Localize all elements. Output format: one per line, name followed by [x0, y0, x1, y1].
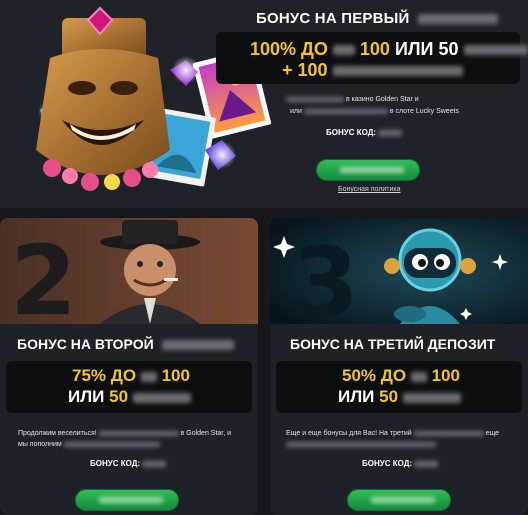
offer-line-2: + 100	[282, 60, 463, 81]
second-deposit-offer-box: 75% ДО 100 ИЛИ 50	[6, 361, 252, 413]
redacted-text	[332, 45, 355, 56]
third-deposit-offer-box: 50% ДО 100 ИЛИ 50	[276, 361, 522, 413]
redacted-text	[286, 96, 344, 102]
offer-line-1: 50% ДО 100	[342, 366, 460, 385]
offer-line-1: 75% ДО 100	[72, 366, 190, 385]
redacted-code	[142, 460, 167, 467]
redacted-button-label	[99, 497, 163, 503]
third-deposit-claim-button[interactable]	[347, 489, 451, 511]
first-deposit-bonus-card: БОНУС НА ПЕРВЫЙ 100% ДО 100 ИЛИ 50 + 100…	[0, 0, 528, 208]
third-desc-line-2	[286, 441, 436, 448]
third-desc-line-1: Еще и еще бонусы для Вас! На третий еще	[286, 430, 500, 437]
redacted-text	[410, 371, 427, 382]
gangster-character-icon: 2	[0, 218, 258, 324]
redacted-text	[98, 430, 179, 436]
offer-line-2: ИЛИ 50	[338, 387, 461, 407]
offer-line-1: 100% ДО 100 ИЛИ 50	[250, 39, 528, 60]
redacted-code	[378, 129, 403, 136]
second-deposit-claim-button[interactable]	[75, 489, 179, 511]
second-deposit-title: БОНУС НА ВТОРОЙ	[17, 336, 234, 352]
first-deposit-offer-box: 100% ДО 100 ИЛИ 50 + 100	[216, 32, 528, 84]
redacted-text	[332, 66, 463, 77]
redacted-text	[402, 392, 461, 403]
robot-character-icon: 3	[270, 218, 528, 324]
number-2-graphic: 2	[10, 225, 77, 324]
redacted-code	[414, 460, 439, 467]
redacted-text	[286, 441, 436, 447]
bonus-page: БОНУС НА ПЕРВЫЙ 100% ДО 100 ИЛИ 50 + 100…	[0, 0, 528, 515]
third-bonus-code: БОНУС КОД:	[362, 459, 439, 468]
first-deposit-title: БОНУС НА ПЕРВЫЙ	[256, 10, 498, 27]
second-bonus-code: БОНУС КОД:	[90, 459, 167, 468]
offer-line-2: ИЛИ 50	[68, 387, 191, 407]
second-deposit-bonus-card: 2 БОНУС НА ВТОРОЙ 75% ДО 100 ИЛИ 50 Прод…	[0, 218, 258, 515]
number-3-graphic: 3	[292, 227, 359, 324]
redacted-text	[63, 441, 160, 447]
redacted-button-label	[371, 497, 435, 503]
second-desc-line-2: мы пополним	[18, 441, 160, 448]
hero-bonus-code: БОНУС КОД:	[326, 128, 403, 137]
bonus-policy-link[interactable]: Бонусная политика	[338, 186, 401, 193]
redacted-text	[413, 430, 484, 436]
redacted-text	[132, 392, 191, 403]
second-desc-line-1: Продолжим веселиться! в Golden Star, и	[18, 430, 232, 437]
hero-desc-line-2: или в слоте Lucky Sweets	[290, 108, 460, 115]
hero-desc-line-1: в казино Golden Star и	[286, 96, 419, 103]
third-deposit-title: БОНУС НА ТРЕТИЙ ДЕПОЗИТ	[290, 336, 496, 352]
third-deposit-bonus-card: 3 БОНУС НА ТРЕТИЙ ДЕПОЗИТ 50% ДО 100 ИЛИ…	[270, 218, 528, 515]
redacted-text	[140, 371, 157, 382]
redacted-text	[463, 45, 528, 56]
redacted-button-label	[340, 167, 404, 173]
redacted-text	[161, 340, 234, 351]
redacted-text	[417, 14, 498, 25]
redacted-text	[303, 108, 388, 114]
first-deposit-claim-button[interactable]	[316, 159, 420, 181]
